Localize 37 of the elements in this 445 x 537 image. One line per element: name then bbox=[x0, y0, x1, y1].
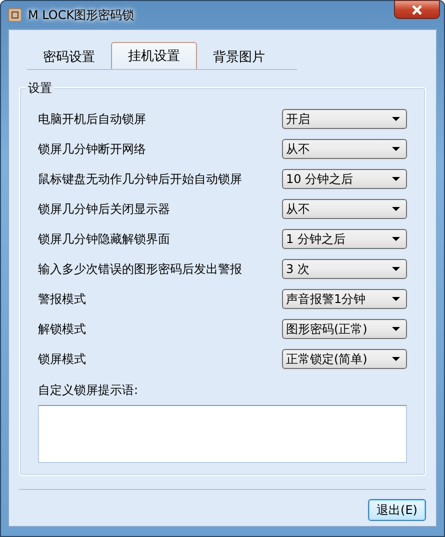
tab[interactable]: 密码设置 bbox=[27, 45, 111, 69]
dropdown[interactable]: 声音报警1分钟 bbox=[282, 289, 407, 309]
caret-icon bbox=[392, 207, 400, 211]
close-button[interactable] bbox=[394, 0, 440, 19]
dropdown[interactable]: 从不 bbox=[282, 139, 407, 159]
prompt-field[interactable] bbox=[38, 405, 407, 463]
setting-label: 解锁模式 bbox=[38, 320, 86, 338]
dropdown[interactable]: 开启 bbox=[282, 109, 407, 129]
setting-label: 鼠标键盘无动作几分钟后开始自动锁屏 bbox=[38, 170, 242, 188]
caret-icon bbox=[392, 267, 400, 271]
prompt-label: 自定义锁屏提示语: bbox=[38, 382, 140, 399]
setting-label: 电脑开机后自动锁屏 bbox=[38, 110, 146, 128]
dropdown[interactable]: 从不 bbox=[282, 199, 407, 219]
dropdown[interactable]: 正常锁定(简单) bbox=[282, 349, 407, 369]
setting-label: 锁屏几分钟后关闭显示器 bbox=[38, 200, 170, 218]
caret-icon bbox=[392, 177, 400, 181]
tab[interactable]: 背景图片 bbox=[197, 45, 281, 69]
caret-icon bbox=[392, 327, 400, 331]
lock-icon bbox=[8, 8, 22, 22]
tab[interactable]: 挂机设置 bbox=[111, 42, 197, 69]
close-icon bbox=[411, 4, 423, 14]
caret-icon bbox=[392, 237, 400, 241]
caret-icon bbox=[392, 117, 400, 121]
exit-button[interactable]: 退出(E) bbox=[368, 499, 426, 521]
caret-icon bbox=[392, 357, 400, 361]
window-title: M LOCK图形密码锁 bbox=[28, 6, 134, 24]
setting-label: 警报模式 bbox=[38, 290, 86, 308]
setting-label: 锁屏几分钟隐藏解锁界面 bbox=[38, 230, 170, 248]
dropdown[interactable]: 3 次 bbox=[282, 259, 407, 279]
caret-icon bbox=[392, 297, 400, 301]
dropdown[interactable]: 图形密码(正常) bbox=[282, 319, 407, 339]
caret-icon bbox=[392, 147, 400, 151]
setting-label: 锁屏几分钟断开网络 bbox=[38, 140, 146, 158]
dropdown[interactable]: 1 分钟之后 bbox=[282, 229, 407, 249]
dropdown[interactable]: 10 分钟之后 bbox=[282, 169, 407, 189]
setting-label: 输入多少次错误的图形密码后发出警报 bbox=[38, 260, 242, 278]
setting-label: 锁屏模式 bbox=[38, 350, 86, 368]
